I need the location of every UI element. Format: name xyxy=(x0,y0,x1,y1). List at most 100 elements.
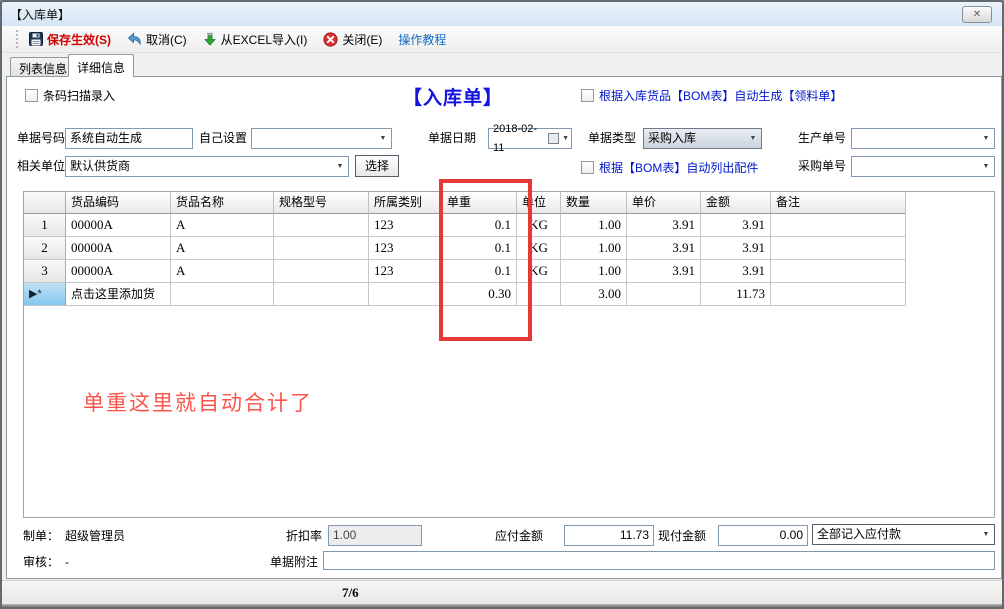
cell-qty[interactable]: 1.00 xyxy=(561,260,627,283)
auditor-label: 审核： xyxy=(23,552,59,572)
cell-unit[interactable]: KG xyxy=(517,214,561,237)
paid-input[interactable]: 0.00 xyxy=(718,525,808,546)
payable-input[interactable]: 11.73 xyxy=(564,525,654,546)
row-header[interactable]: 1 xyxy=(24,214,66,237)
col-header-spec[interactable]: 规格型号 xyxy=(274,192,369,214)
cell-spec[interactable] xyxy=(274,260,369,283)
close-icon: ✕ xyxy=(973,9,981,20)
cell-code[interactable]: 00000A xyxy=(66,237,171,260)
col-header-unit-weight[interactable]: 单重 xyxy=(442,192,517,214)
record-count-status: 7/6 xyxy=(342,585,359,601)
col-header-unit[interactable]: 单位 xyxy=(517,192,561,214)
cell-category[interactable]: 123 xyxy=(369,214,442,237)
cancel-button[interactable]: 取消(C) xyxy=(127,31,187,48)
col-header-amount[interactable]: 金额 xyxy=(701,192,771,214)
window-title: 【入库单】 xyxy=(10,6,70,23)
cell-note[interactable] xyxy=(771,260,906,283)
cell-amount[interactable]: 3.91 xyxy=(701,237,771,260)
bom-generate-checkbox[interactable] xyxy=(581,89,594,102)
cell-category-empty[interactable] xyxy=(369,283,442,306)
cell-note[interactable] xyxy=(771,237,906,260)
chevron-down-icon: ▼ xyxy=(980,129,992,148)
barcode-scan-option: 条码扫描录入 xyxy=(25,87,115,104)
cell-unit-weight[interactable]: 0.1 xyxy=(442,260,517,283)
cell-spec-empty[interactable] xyxy=(274,283,369,306)
cell-unit-weight[interactable]: 0.1 xyxy=(442,237,517,260)
related-unit-combobox[interactable]: 默认供货商 ▼ xyxy=(65,156,349,177)
cell-category[interactable]: 123 xyxy=(369,237,442,260)
bom-generate-label: 根据入库货品【BOM表】自动生成【领料单】 xyxy=(599,87,842,104)
toolbar-grip-icon xyxy=(16,30,19,48)
cell-unit-weight[interactable]: 0.1 xyxy=(442,214,517,237)
col-header-note[interactable]: 备注 xyxy=(771,192,906,214)
tutorial-link[interactable]: 操作教程 xyxy=(398,31,446,48)
cell-price[interactable]: 3.91 xyxy=(627,237,701,260)
row-header[interactable]: 3 xyxy=(24,260,66,283)
cell-code[interactable]: 00000A xyxy=(66,260,171,283)
col-header-name[interactable]: 货品名称 xyxy=(171,192,274,214)
maker-label: 制单： xyxy=(23,526,59,546)
add-item-cell[interactable]: 点击这里添加货品 xyxy=(66,283,171,306)
cell-price-empty[interactable] xyxy=(627,283,701,306)
barcode-scan-label: 条码扫描录入 xyxy=(43,87,115,104)
select-supplier-button[interactable]: 选择 xyxy=(355,155,399,177)
cell-name[interactable]: A xyxy=(171,260,274,283)
add-item-row: ▶* 点击这里添加货品 0.30 3.00 11.73 xyxy=(24,283,994,306)
cell-unit[interactable]: KG xyxy=(517,237,561,260)
prod-no-combobox[interactable]: ▼ xyxy=(851,128,995,149)
row-header[interactable]: 2 xyxy=(24,237,66,260)
purchase-no-combobox[interactable]: ▼ xyxy=(851,156,995,177)
doc-date-picker[interactable]: 2018-02-11 ▼ xyxy=(488,128,572,149)
cell-amount[interactable]: 3.91 xyxy=(701,260,771,283)
doc-type-label: 单据类型 xyxy=(588,128,636,149)
title-bar: 【入库单】 xyxy=(2,2,1002,26)
col-header-price[interactable]: 单价 xyxy=(627,192,701,214)
cell-qty-total[interactable]: 3.00 xyxy=(561,283,627,306)
cell-qty[interactable]: 1.00 xyxy=(561,214,627,237)
doc-date-value: 2018-02-11 xyxy=(493,120,545,158)
doc-note-input[interactable] xyxy=(323,551,995,570)
cell-unit[interactable]: KG xyxy=(517,260,561,283)
cell-name[interactable]: A xyxy=(171,237,274,260)
add-row-marker-icon[interactable]: ▶* xyxy=(24,283,66,306)
red-close-circle-icon xyxy=(323,32,338,47)
doc-type-combobox[interactable]: 采购入库 ▼ xyxy=(643,128,762,149)
import-excel-label: 从EXCEL导入(I) xyxy=(221,31,308,48)
cell-price[interactable]: 3.91 xyxy=(627,214,701,237)
col-header-code[interactable]: 货品编码 xyxy=(66,192,171,214)
payment-method-combobox[interactable]: 全部记入应付款 ▼ xyxy=(812,524,995,545)
cell-unit-empty[interactable] xyxy=(517,283,561,306)
save-button[interactable]: 保存生效(S) xyxy=(29,31,111,48)
window-close-button[interactable]: ✕ xyxy=(962,6,992,23)
form-title: 【入库单】 xyxy=(403,83,503,110)
save-floppy-icon xyxy=(29,32,43,46)
purchase-no-label: 采购单号 xyxy=(798,156,846,177)
cell-note[interactable] xyxy=(771,214,906,237)
cell-name[interactable]: A xyxy=(171,214,274,237)
col-header-qty[interactable]: 数量 xyxy=(561,192,627,214)
cell-unit-weight-total[interactable]: 0.30 xyxy=(442,283,517,306)
cell-qty[interactable]: 1.00 xyxy=(561,237,627,260)
tab-detail-info[interactable]: 详细信息 xyxy=(68,54,134,77)
tab-list-info[interactable]: 列表信息 xyxy=(10,57,76,77)
cell-spec[interactable] xyxy=(274,214,369,237)
cell-amount[interactable]: 3.91 xyxy=(701,214,771,237)
discount-input[interactable]: 1.00 xyxy=(328,525,422,546)
close-form-button[interactable]: 关闭(E) xyxy=(323,31,382,48)
cell-name-empty[interactable] xyxy=(171,283,274,306)
cell-spec[interactable] xyxy=(274,237,369,260)
cell-code[interactable]: 00000A xyxy=(66,214,171,237)
grid-corner-header[interactable] xyxy=(24,192,66,214)
cell-price[interactable]: 3.91 xyxy=(627,260,701,283)
bom-list-checkbox[interactable] xyxy=(581,161,594,174)
cell-note-empty[interactable] xyxy=(771,283,906,306)
chevron-down-icon: ▼ xyxy=(377,129,389,148)
col-header-category[interactable]: 所属类别 xyxy=(369,192,442,214)
barcode-scan-checkbox[interactable] xyxy=(25,89,38,102)
self-set-combobox[interactable]: ▼ xyxy=(251,128,392,149)
doc-no-input[interactable]: 系统自动生成 xyxy=(65,128,193,149)
import-excel-button[interactable]: 从EXCEL导入(I) xyxy=(203,31,308,48)
chevron-down-icon: ▼ xyxy=(747,129,759,148)
cell-amount-total[interactable]: 11.73 xyxy=(701,283,771,306)
cell-category[interactable]: 123 xyxy=(369,260,442,283)
